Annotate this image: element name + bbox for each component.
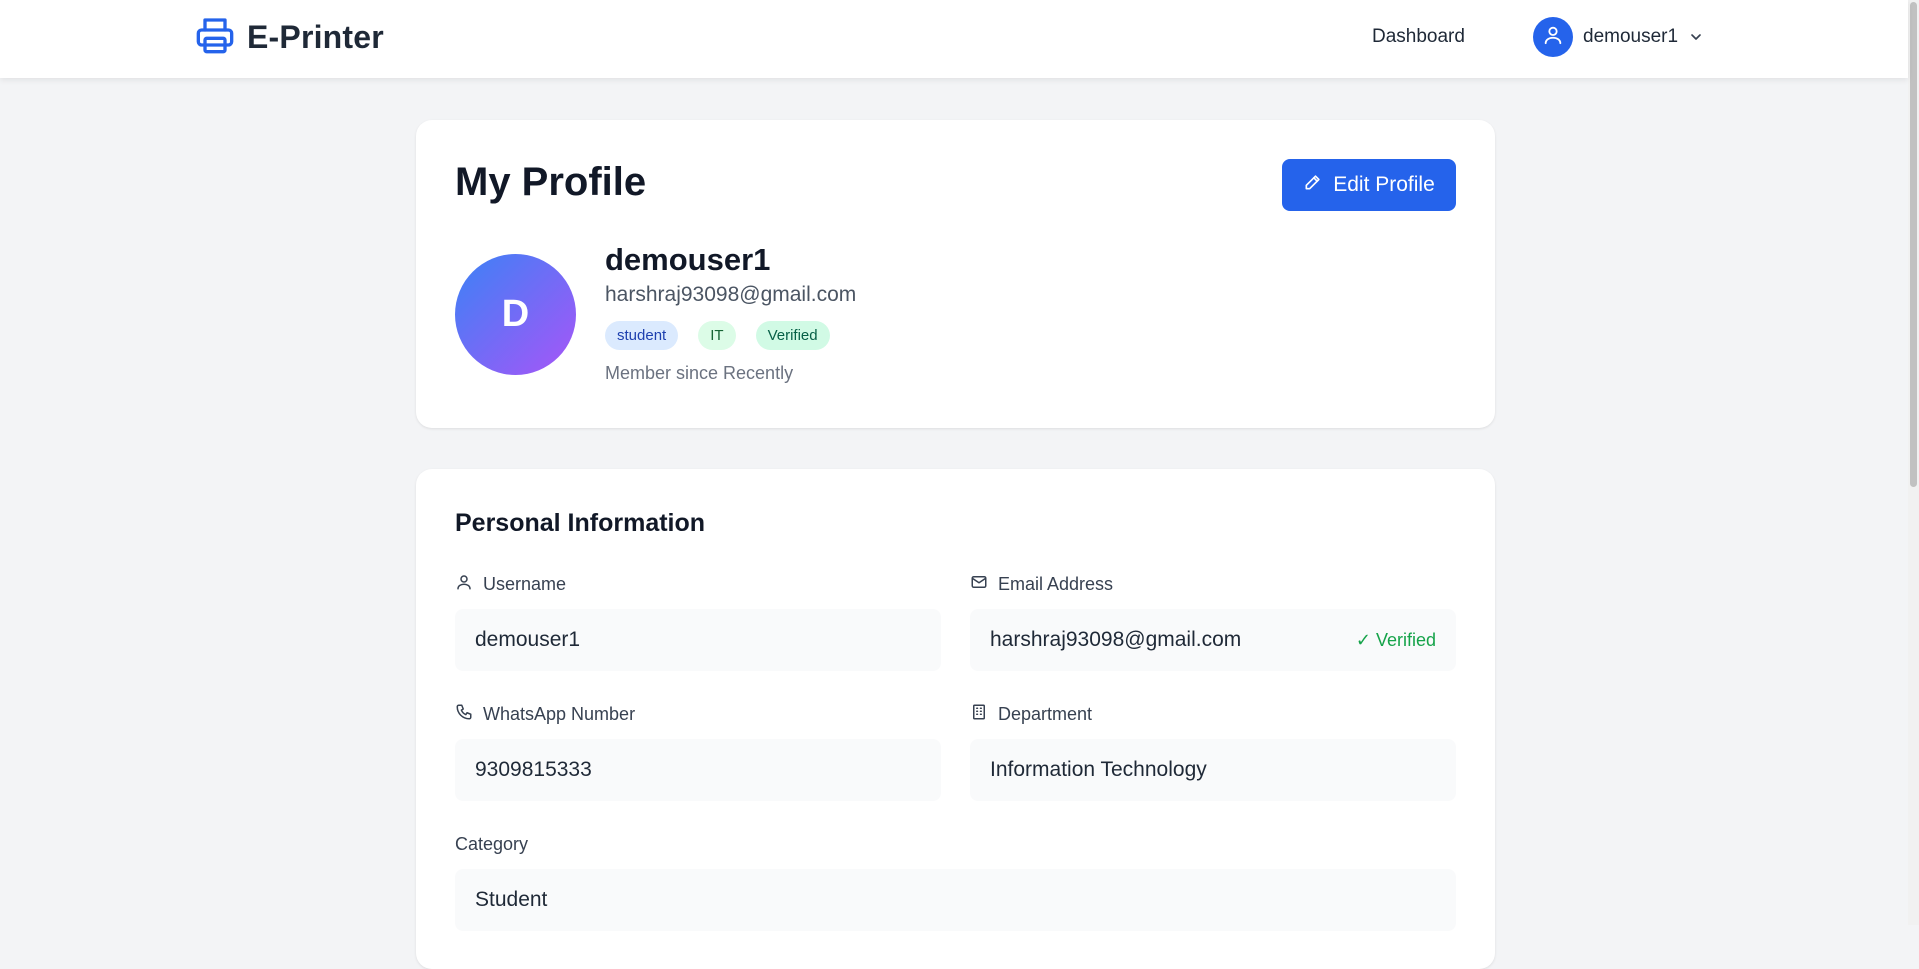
whatsapp-label: WhatsApp Number	[483, 703, 636, 724]
username-field: Username demouser1	[455, 573, 941, 671]
page-scrollbar[interactable]	[1908, 0, 1919, 925]
department-badge: IT	[698, 321, 736, 350]
email-label: Email Address	[998, 573, 1114, 594]
user-menu[interactable]: demouser1	[1533, 17, 1704, 57]
department-label-row: Department	[970, 703, 1456, 725]
department-field: Department Information Technology	[970, 703, 1456, 801]
whatsapp-field: WhatsApp Number 9309815333	[455, 703, 941, 801]
mail-icon	[970, 573, 988, 596]
member-since: Member since Recently	[605, 363, 794, 383]
phone-icon	[455, 703, 473, 726]
email-text: harshraj93098@gmail.com	[990, 628, 1242, 651]
user-icon	[1542, 24, 1564, 51]
building-icon	[970, 703, 988, 726]
pencil-icon	[1303, 172, 1323, 198]
category-field: Category Student	[455, 833, 1456, 931]
user-menu-name: demouser1	[1583, 26, 1679, 47]
page-title: My Profile	[455, 160, 647, 204]
profile-badges: student IT Verified	[605, 321, 830, 350]
whatsapp-value: 9309815333	[455, 739, 941, 801]
profile-card: My Profile Edit Profile D demouser1 hars…	[416, 120, 1495, 428]
username-value: demouser1	[455, 609, 941, 671]
chevron-down-icon	[1688, 29, 1704, 45]
username-label-row: Username	[455, 573, 941, 595]
category-text: Student	[475, 888, 548, 911]
email-label-row: Email Address	[970, 573, 1456, 595]
section-title: Personal Information	[455, 509, 706, 537]
top-navbar: E-Printer Dashboard demouser1	[0, 0, 1908, 78]
scrollbar-thumb[interactable]	[1910, 2, 1917, 487]
role-badge: student	[605, 321, 679, 350]
nav-dashboard-link[interactable]: Dashboard	[1372, 26, 1465, 48]
category-label-row: Category	[455, 833, 1456, 855]
whatsapp-text: 9309815333	[475, 758, 592, 781]
department-label: Department	[998, 703, 1093, 724]
email-verified-status: ✓ Verified	[1355, 629, 1436, 650]
user-icon	[455, 573, 473, 596]
edit-profile-button[interactable]: Edit Profile	[1282, 159, 1456, 211]
user-avatar	[1533, 17, 1573, 57]
brand-logo[interactable]: E-Printer	[195, 17, 384, 57]
brand-name: E-Printer	[247, 18, 384, 55]
verified-badge: Verified	[755, 321, 830, 350]
whatsapp-label-row: WhatsApp Number	[455, 703, 941, 725]
email-value: harshraj93098@gmail.com ✓ Verified	[970, 609, 1456, 671]
category-value: Student	[455, 869, 1456, 931]
edit-profile-label: Edit Profile	[1333, 173, 1435, 196]
profile-name: demouser1	[605, 242, 771, 277]
profile-email: harshraj93098@gmail.com	[605, 283, 857, 306]
printer-icon	[195, 15, 235, 60]
department-text: Information Technology	[990, 758, 1207, 781]
category-label: Category	[455, 833, 529, 854]
personal-info-card: Personal Information Username demouser1	[416, 469, 1495, 969]
username-text: demouser1	[475, 628, 581, 651]
email-field: Email Address harshraj93098@gmail.com ✓ …	[970, 573, 1456, 671]
profile-avatar: D	[455, 254, 576, 375]
username-label: Username	[483, 573, 567, 594]
department-value: Information Technology	[970, 739, 1456, 801]
